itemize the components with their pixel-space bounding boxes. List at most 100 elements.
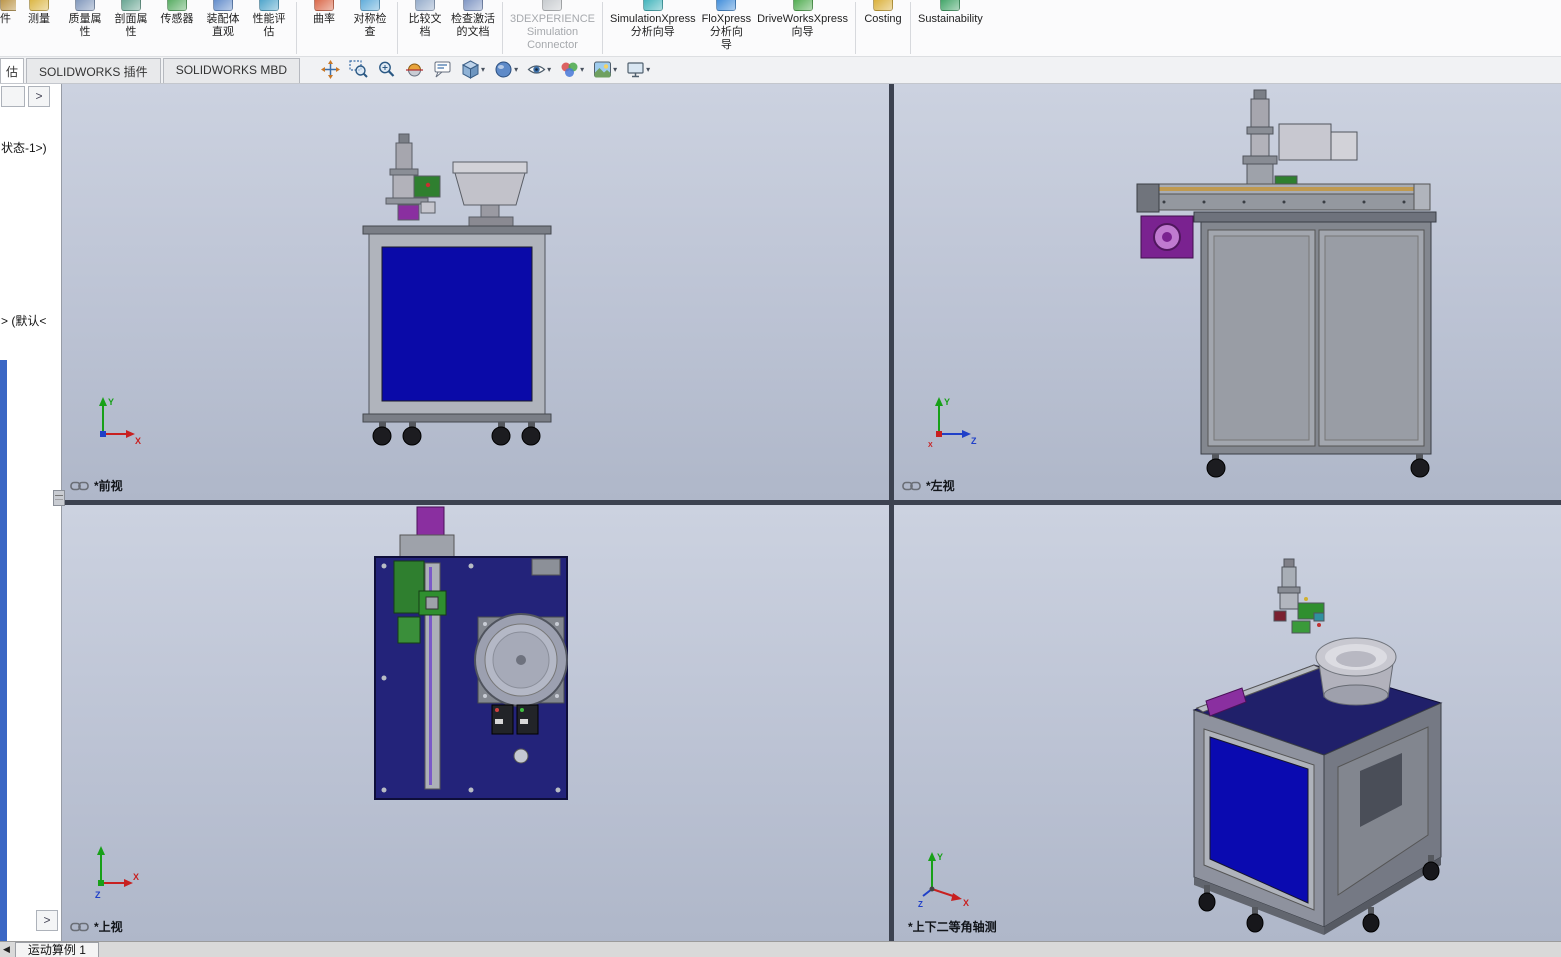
zoom-fit-icon xyxy=(321,60,341,79)
view-name: *上下二等角轴测 xyxy=(908,920,997,934)
previous-view-button[interactable] xyxy=(374,58,399,81)
isometric-view-drawing xyxy=(1192,558,1443,935)
zoom-area-button[interactable] xyxy=(346,58,371,81)
toolbar-item-check-active-document[interactable]: 检查激活 的文档 xyxy=(448,0,498,39)
toolbar-separator xyxy=(397,2,398,54)
mass-properties-icon xyxy=(75,0,95,11)
svg-text:X: X xyxy=(963,898,969,908)
toolbar-item-compare-documents[interactable]: 比较文 档 xyxy=(402,0,448,39)
toolbar-separator xyxy=(601,2,603,54)
display-style-icon xyxy=(495,61,512,78)
toolbar-item-symmetry-check[interactable]: 对称检 查 xyxy=(347,0,393,39)
panel-expand-button-bottom[interactable]: > xyxy=(36,910,58,931)
svg-text:Z: Z xyxy=(95,890,101,899)
toolbar-item-label: 件 xyxy=(0,13,11,25)
toolbar-item-label: Sustainability xyxy=(917,13,983,25)
ribbon-tab-row: 估 SOLIDWORKS 插件 SOLIDWORKS MBD ▾ ▾ ▾ ▾ ▾ ▾ xyxy=(0,57,1561,84)
view-name: *左视 xyxy=(926,479,955,493)
toolbar-item-simulationxpress-wizard[interactable]: SimulationXpress 分析向导 xyxy=(607,0,699,39)
view-link-icon xyxy=(902,481,921,490)
viewport-grid: Y X *前视 Y Z X *左视 X Z *上视 Y X Z *上下二等角轴测 xyxy=(62,84,1561,941)
dynamic-annotation-views-button[interactable] xyxy=(430,58,455,81)
top-view-drawing xyxy=(374,506,568,800)
symmetry-check-icon xyxy=(360,0,380,11)
toolbar-item-performance-evaluation[interactable]: 性能评 估 xyxy=(246,0,292,39)
toolbar-item-sustainability[interactable]: Sustainability xyxy=(915,0,986,26)
assembly-visualization-icon xyxy=(213,0,233,11)
measure-icon xyxy=(29,0,49,11)
toolbar-item-floxpress-wizard[interactable]: FloXpress 分析向 导 xyxy=(699,0,755,52)
3dexperience-simulation-connector-icon xyxy=(542,0,563,11)
tab-solidworks-addins[interactable]: SOLIDWORKS 插件 xyxy=(26,58,161,83)
toolbar-item-label: 装配体 直观 xyxy=(206,13,240,38)
viewport-top[interactable]: X Z *上视 xyxy=(62,505,889,941)
panel-mini-toolbar: > xyxy=(0,84,61,109)
viewport-splitter-handle[interactable] xyxy=(53,490,65,506)
viewport-label-isometric: *上下二等角轴测 xyxy=(908,918,997,935)
svg-text:X: X xyxy=(928,442,933,449)
configuration-text: > (默认< xyxy=(1,314,47,328)
display-style-button[interactable]: ▾ xyxy=(491,58,521,81)
panel-blue-strip xyxy=(0,360,7,941)
dropdown-caret[interactable]: ▾ xyxy=(547,65,551,74)
curvature-icon xyxy=(314,0,334,11)
tab-solidworks-mbd[interactable]: SOLIDWORKS MBD xyxy=(162,58,301,83)
motion-study-collapse-arrow[interactable]: ◀ xyxy=(3,944,10,955)
dropdown-caret[interactable]: ▾ xyxy=(646,65,650,74)
sensors-icon xyxy=(167,0,187,11)
toolbar-separator xyxy=(909,2,911,54)
floxpress-wizard-icon xyxy=(716,0,737,11)
apply-scene-button[interactable]: ▾ xyxy=(590,58,620,81)
svg-text:X: X xyxy=(133,872,139,882)
ribbon-toolbar: 件 测量 质量属 性剖面属 性传感器 装配体 直观 性能评 估 曲率 对称检 查比较文 档检… xyxy=(0,0,1561,57)
dropdown-caret[interactable]: ▾ xyxy=(580,65,584,74)
section-view-button[interactable] xyxy=(402,58,427,81)
hide-show-items-button[interactable]: ▾ xyxy=(524,58,554,81)
viewport-label-front: *前视 xyxy=(70,477,123,494)
front-view-triad: Y X xyxy=(99,397,141,446)
toolbar-separator xyxy=(502,2,503,54)
dynamic-annotation-views-icon xyxy=(434,61,451,78)
toolbar-item-costing[interactable]: Costing xyxy=(860,0,906,26)
costing-icon xyxy=(872,0,893,11)
panel-expand-button[interactable]: > xyxy=(28,86,50,107)
toolbar-item-driveworksxpress-wizard[interactable]: DriveWorksXpress 向导 xyxy=(754,0,851,39)
toolbar-item-mass-properties[interactable]: 质量属 性 xyxy=(62,0,108,39)
front-view-drawing xyxy=(362,133,552,446)
toolbar-item-curvature[interactable]: 曲率 xyxy=(301,0,347,26)
panel-tab-stub[interactable] xyxy=(1,86,25,107)
svg-text:Y: Y xyxy=(944,397,950,407)
view-settings-button[interactable]: ▾ xyxy=(623,58,653,81)
toolbar-item-sensors[interactable]: 传感器 xyxy=(154,0,200,26)
solidworks-window: 件 测量 质量属 性剖面属 性传感器 装配体 直观 性能评 估 曲率 对称检 查比较文 档检… xyxy=(0,0,1561,957)
viewport-left[interactable]: Y Z X *左视 xyxy=(894,84,1561,500)
dropdown-caret[interactable]: ▾ xyxy=(613,65,617,74)
dropdown-caret[interactable]: ▾ xyxy=(481,65,485,74)
motion-study-tab[interactable]: 运动算例 1 xyxy=(14,942,99,957)
toolbar-item-label: 比较文 档 xyxy=(408,13,442,38)
toolbar-item-label: 检查激活 的文档 xyxy=(451,13,495,38)
tab-evaluate[interactable]: 估 xyxy=(0,58,24,83)
toolbar-item-label: Costing xyxy=(864,13,902,25)
dropdown-caret[interactable]: ▾ xyxy=(514,65,518,74)
toolbar-item-section-properties[interactable]: 剖面属 性 xyxy=(108,0,154,39)
feature-manager-panel: > 状态-1>) > (默认< > xyxy=(0,84,62,941)
viewport-isometric[interactable]: Y X Z *上下二等角轴测 xyxy=(894,505,1561,941)
hide-show-items-icon xyxy=(527,65,546,74)
toolbar-item-label: DriveWorksXpress 向导 xyxy=(757,13,848,38)
zoom-fit-button[interactable] xyxy=(318,58,343,81)
apply-scene-icon xyxy=(594,61,612,78)
toolbar-item-label: 性能评 估 xyxy=(252,13,286,38)
toolbar-item-measure[interactable]: 测量 xyxy=(16,0,62,26)
toolbar-item-clipped-tool[interactable]: 件 xyxy=(0,0,16,26)
view-settings-icon xyxy=(627,62,644,78)
viewport-front[interactable]: Y X *前视 xyxy=(62,84,889,500)
edit-appearance-button[interactable]: ▾ xyxy=(557,58,587,81)
view-name: *前视 xyxy=(94,479,123,493)
toolbar-item-assembly-visualization[interactable]: 装配体 直观 xyxy=(200,0,246,39)
left-view-triad: Y Z X xyxy=(928,397,977,449)
view-orientation-button[interactable]: ▾ xyxy=(458,58,488,81)
performance-evaluation-icon xyxy=(259,0,279,11)
section-properties-icon xyxy=(121,0,141,11)
toolbar-item-label: 3DEXPERIENCE Simulation Connector xyxy=(510,13,595,51)
